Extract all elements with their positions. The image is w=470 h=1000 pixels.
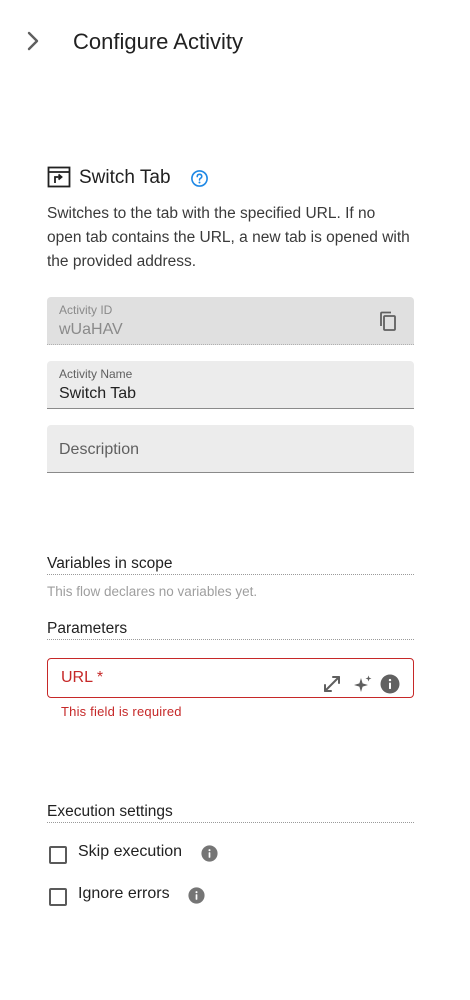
activity-name-field[interactable]: Activity Name Switch Tab	[47, 361, 414, 409]
description-placeholder: Description	[59, 441, 140, 458]
activity-id-label: Activity ID	[59, 303, 113, 317]
help-icon[interactable]	[190, 169, 209, 188]
activity-panel: Switch Tab Switches to the tab with the …	[47, 160, 414, 906]
sparkles-icon[interactable]	[353, 674, 373, 694]
execution-section-title: Execution settings	[47, 803, 414, 823]
skip-execution-checkbox[interactable]	[49, 846, 67, 864]
url-error-text: This field is required	[61, 704, 182, 719]
expand-icon[interactable]	[322, 674, 342, 694]
skip-execution-row: Skip execution	[47, 843, 247, 867]
ignore-errors-row: Ignore errors	[47, 885, 247, 909]
variables-empty-text: This flow declares no variables yet.	[47, 584, 258, 599]
activity-id-value: wUaHAV	[59, 321, 123, 338]
info-icon	[188, 887, 205, 904]
parameters-section-title: Parameters	[47, 620, 414, 640]
info-icon	[201, 845, 218, 862]
description-field[interactable]: Description	[47, 425, 414, 473]
switch-tab-icon	[47, 166, 71, 188]
chevron-right-icon[interactable]	[22, 30, 44, 52]
ignore-errors-label: Ignore errors	[78, 885, 170, 902]
header: Configure Activity	[0, 0, 470, 84]
activity-id-field: Activity ID wUaHAV	[47, 297, 414, 345]
variables-section-title: Variables in scope	[47, 555, 414, 575]
url-label: URL *	[61, 669, 104, 686]
activity-name-label: Activity Name	[59, 367, 133, 381]
page-title: Configure Activity	[73, 29, 243, 54]
url-field[interactable]: URL *	[47, 658, 414, 698]
activity-description: Switches to the tab with the specified U…	[47, 205, 410, 270]
ignore-errors-checkbox[interactable]	[49, 888, 67, 906]
copy-icon[interactable]	[378, 311, 398, 333]
activity-header: Switch Tab	[47, 160, 414, 198]
skip-execution-label: Skip execution	[78, 843, 183, 860]
activity-title: Switch Tab	[79, 167, 171, 188]
info-icon[interactable]	[380, 674, 400, 694]
activity-name-value: Switch Tab	[59, 385, 137, 402]
